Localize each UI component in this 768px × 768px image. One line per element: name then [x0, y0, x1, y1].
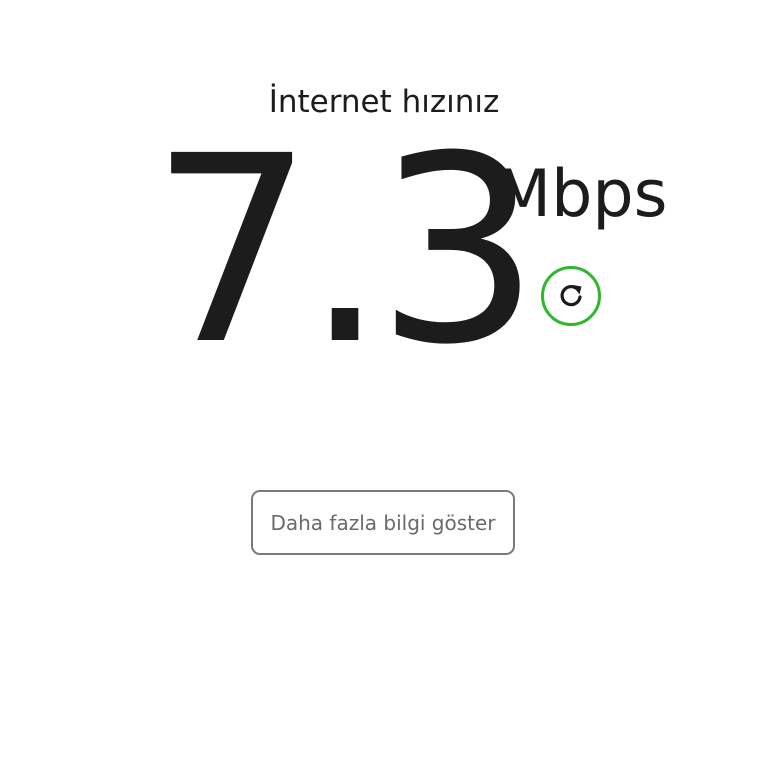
refresh-button[interactable] — [541, 266, 601, 326]
refresh-icon — [556, 281, 586, 311]
speed-value: 7.3 — [150, 101, 540, 401]
speed-unit: Mbps — [495, 157, 668, 232]
show-more-info-button[interactable]: Daha fazla bilgi göster — [251, 490, 515, 555]
